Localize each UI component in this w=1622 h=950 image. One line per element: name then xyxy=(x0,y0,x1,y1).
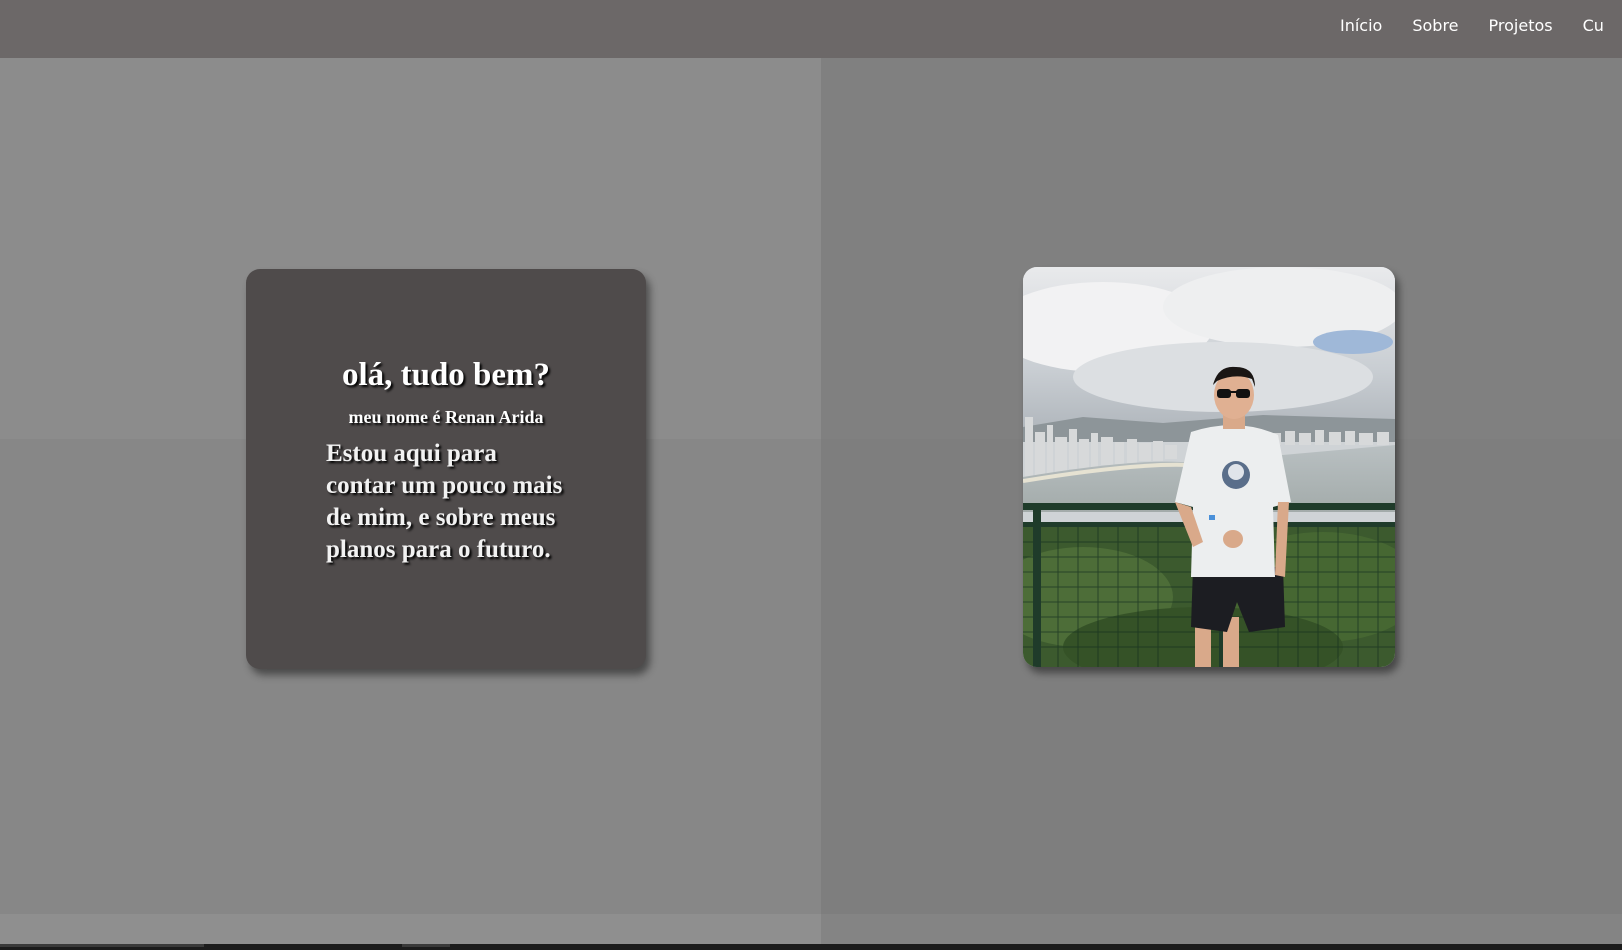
nav-link-projetos[interactable]: Projetos xyxy=(1489,16,1553,35)
intro-text: Estou aqui para contar um pouco mais de … xyxy=(326,440,563,563)
nav-link-sobre[interactable]: Sobre xyxy=(1412,16,1458,35)
scrollbar-segment xyxy=(402,944,450,947)
intro-subtitle: meu nome é Renan Arida xyxy=(348,407,544,427)
intro-title: olá, tudo bem? xyxy=(341,357,551,393)
nav-link-inicio[interactable]: Início xyxy=(1340,16,1382,35)
nav-links: Início Sobre Projetos Cu xyxy=(1340,0,1622,50)
intro-card: olá, tudo bem? meu nome é Renan Arida Es… xyxy=(246,269,646,669)
profile-photo xyxy=(1023,267,1395,667)
background-strip xyxy=(821,914,1622,944)
photo-illustration xyxy=(1023,267,1395,667)
nav-link-cu[interactable]: Cu xyxy=(1583,16,1604,35)
background-strip xyxy=(0,914,821,944)
top-navbar: Início Sobre Projetos Cu xyxy=(0,0,1622,58)
page: Início Sobre Projetos Cu olá, tudo bem? … xyxy=(0,0,1622,950)
scrollbar-segment xyxy=(0,944,204,947)
bottom-scrollbar xyxy=(0,944,1622,950)
